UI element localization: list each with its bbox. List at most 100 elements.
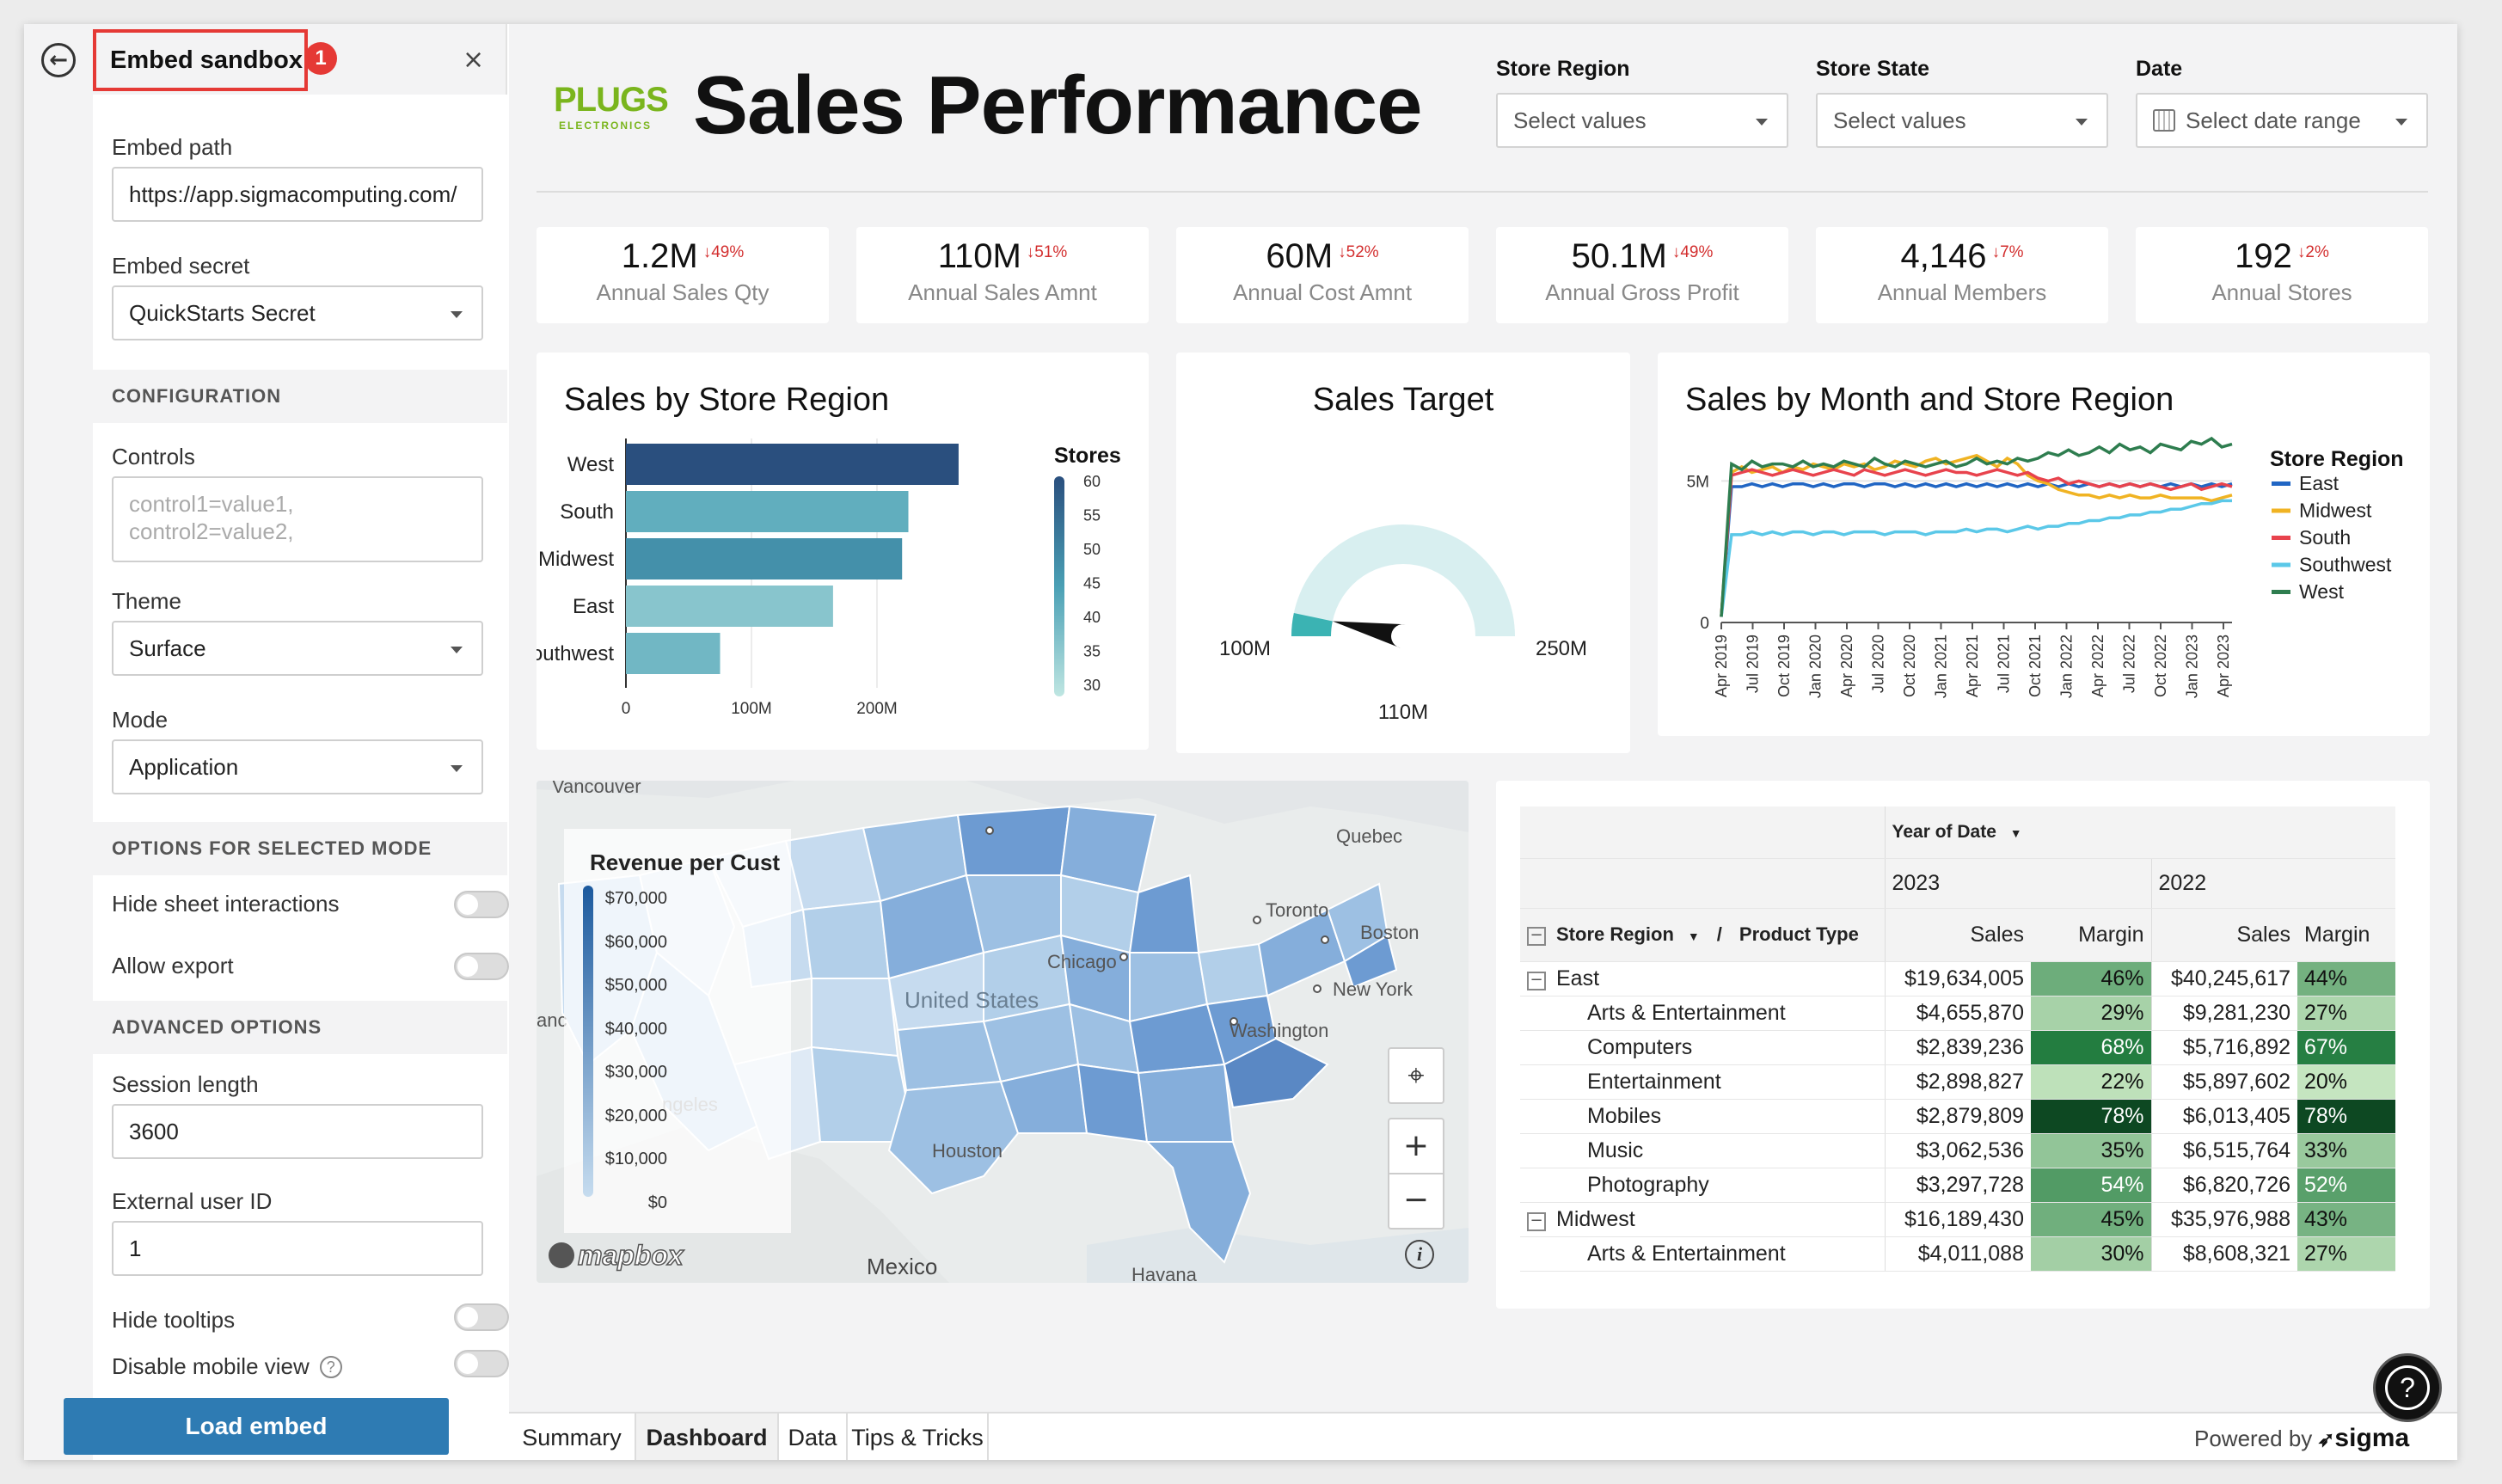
kpi-card-sales-qty[interactable]: 1.2M ↓49% Annual Sales Qty bbox=[537, 227, 829, 323]
date-range-filter[interactable]: Select date range bbox=[2136, 93, 2428, 148]
external-user-id-input[interactable]: 1 bbox=[112, 1221, 483, 1276]
pivot-row[interactable]: − Midwest $16,189,430 45% $35,976,988 43% bbox=[1520, 1202, 2395, 1237]
tab-tips-tricks[interactable]: Tips & Tricks bbox=[848, 1413, 989, 1460]
x-tick-label: Jan 2023 bbox=[2184, 635, 2201, 698]
store-region-filter-label: Store Region bbox=[1496, 57, 1630, 81]
plugs-electronics-logo: PLUGS ELECTRONICS bbox=[554, 81, 669, 132]
zoom-out-button[interactable]: − bbox=[1389, 1174, 1443, 1230]
zoom-in-button[interactable]: + bbox=[1389, 1119, 1443, 1174]
help-button[interactable]: ? bbox=[2373, 1353, 2442, 1422]
controls-textarea[interactable]: control1=value1, control2=value2, bbox=[112, 476, 483, 562]
legend-swatch bbox=[2272, 536, 2290, 540]
kpi-card-members[interactable]: 4,146 ↓7% Annual Members bbox=[1816, 227, 2108, 323]
map-info-icon[interactable]: i bbox=[1405, 1240, 1434, 1269]
pivot-row[interactable]: Arts & Entertainment $4,011,088 30% $8,608,… bbox=[1520, 1236, 2395, 1272]
pivot-row-label: Photography bbox=[1520, 1168, 1886, 1203]
margin-cell: 43% bbox=[2297, 1202, 2395, 1237]
date-filter-label: Date bbox=[2136, 57, 2183, 81]
locate-icon[interactable]: ⌖ bbox=[1388, 1047, 1444, 1104]
hide-tooltips-label: Hide tooltips bbox=[112, 1307, 236, 1333]
advanced-options-header: ADVANCED OPTIONS bbox=[93, 1001, 507, 1054]
embed-path-input[interactable]: https://app.sigmacomputing.com/ bbox=[112, 167, 483, 222]
year-2023-header: 2023 bbox=[1885, 858, 2152, 909]
embed-secret-select[interactable]: QuickStarts Secret bbox=[112, 285, 483, 340]
gauge-track bbox=[1291, 524, 1515, 636]
tab-summary[interactable]: Summary bbox=[509, 1413, 636, 1460]
series-line-east bbox=[1720, 481, 2233, 617]
pivot-row[interactable]: Photography $3,297,728 54% $6,820,726 52% bbox=[1520, 1168, 2395, 1203]
sales-cell: $8,608,321 bbox=[2151, 1236, 2297, 1272]
map-legend-tick: $40,000 bbox=[604, 1019, 667, 1039]
measure-header-sales: Sales bbox=[2151, 908, 2297, 962]
sidebar-form: Embed path https://app.sigmacomputing.co… bbox=[93, 95, 509, 1460]
theme-select[interactable]: Surface bbox=[112, 621, 483, 676]
pivot-row[interactable]: Computers $2,839,236 68% $5,716,892 67% bbox=[1520, 1030, 2395, 1065]
kpi-card-cost-amnt[interactable]: 60M ↓52% Annual Cost Amnt bbox=[1176, 227, 1469, 323]
x-tick-label: Jul 2022 bbox=[2121, 635, 2138, 693]
category-label: East bbox=[573, 595, 614, 618]
hide-tooltips-toggle[interactable] bbox=[454, 1303, 509, 1331]
legend-label: South bbox=[2299, 526, 2351, 549]
sales-by-month-card[interactable]: Sales by Month and Store Region 0 5M Apr 2… bbox=[1658, 353, 2430, 736]
help-circle-icon[interactable]: ? bbox=[319, 1356, 342, 1378]
store-region-filter[interactable]: Select values bbox=[1496, 93, 1788, 148]
allow-export-toggle[interactable] bbox=[454, 953, 509, 980]
sales-cell: $2,879,809 bbox=[1885, 1099, 2031, 1134]
revenue-map-card[interactable]: Vancouver Quebec Toronto Boston Chicago … bbox=[537, 781, 1469, 1283]
pivot-row-label: Mobiles bbox=[1520, 1099, 1886, 1134]
embed-secret-label: Embed secret bbox=[112, 253, 250, 279]
embed-sandbox-panel: ← Embed sandbox 1 × Embed path https://a… bbox=[24, 24, 509, 1460]
configuration-header: CONFIGURATION bbox=[93, 370, 507, 423]
x-tick-label: Jan 2022 bbox=[2058, 635, 2076, 698]
gauge-needle bbox=[1332, 621, 1406, 648]
pivot-row[interactable]: Arts & Entertainment $4,655,870 29% $9,281,… bbox=[1520, 996, 2395, 1031]
close-icon[interactable]: × bbox=[463, 43, 484, 77]
sales-by-region-card[interactable]: Sales by Store Region 0 100M 200M West South… bbox=[537, 353, 1149, 750]
mode-select[interactable]: Application bbox=[112, 739, 483, 794]
pivot-row[interactable]: − East $19,634,005 46% $40,245,617 44% bbox=[1520, 961, 2395, 996]
back-arrow-icon[interactable]: ← bbox=[41, 43, 76, 77]
row-header[interactable]: − Store Region ▼ / Product Type bbox=[1520, 908, 1886, 962]
bar bbox=[626, 491, 909, 532]
load-embed-button[interactable]: Load embed bbox=[64, 1398, 449, 1455]
legend-title: Store Region bbox=[2270, 447, 2404, 471]
pivot-column-header[interactable]: Year of Date ▼ bbox=[1885, 806, 2395, 859]
pivot-row-label[interactable]: − East bbox=[1520, 961, 1886, 996]
session-length-input[interactable]: 3600 bbox=[112, 1104, 483, 1159]
bar bbox=[626, 633, 721, 674]
tab-data[interactable]: Data bbox=[779, 1413, 848, 1460]
mapbox-logo: mapbox bbox=[549, 1239, 684, 1272]
x-tick-label: Oct 2020 bbox=[1901, 635, 1918, 697]
hide-sheet-interactions-toggle[interactable] bbox=[454, 891, 509, 918]
pivot-row[interactable]: Mobiles $2,879,809 78% $6,013,405 78% bbox=[1520, 1099, 2395, 1134]
margin-cell: 78% bbox=[2031, 1099, 2152, 1134]
pivot-table[interactable]: Year of Date ▼ 2023 2022 − Store Region ▼ /… bbox=[1520, 806, 2395, 1283]
state-region bbox=[1076, 1063, 1149, 1144]
sales-target-card[interactable]: Sales Target 100M 250M 110M bbox=[1176, 353, 1630, 753]
map-label-boston: Boston bbox=[1360, 922, 1420, 943]
legend-tick: 35 bbox=[1083, 643, 1101, 660]
series-line-midwest bbox=[1720, 453, 2233, 617]
legend-swatch bbox=[2272, 481, 2290, 486]
legend-tick: 55 bbox=[1083, 507, 1101, 524]
session-length-label: Session length bbox=[112, 1071, 259, 1097]
store-state-filter[interactable]: Select values bbox=[1816, 93, 2108, 148]
series-line-west bbox=[1720, 436, 2233, 617]
x-tick-label: Apr 2020 bbox=[1838, 635, 1855, 697]
x-tick-label: Jan 2020 bbox=[1807, 635, 1824, 698]
pivot-row-label[interactable]: − Midwest bbox=[1520, 1202, 1886, 1237]
tab-dashboard[interactable]: Dashboard bbox=[636, 1413, 779, 1460]
pivot-row[interactable]: Music $3,062,536 35% $6,515,764 33% bbox=[1520, 1133, 2395, 1168]
map-legend: Revenue per Cust $70,000 $60,000 $50,000 $4… bbox=[564, 829, 791, 1233]
allow-export-label: Allow export bbox=[112, 953, 234, 978]
disable-mobile-view-toggle[interactable] bbox=[454, 1350, 509, 1377]
kpi-card-stores[interactable]: 192 ↓2% Annual Stores bbox=[2136, 227, 2428, 323]
state-region bbox=[1197, 942, 1269, 1006]
header-divider bbox=[537, 191, 2428, 193]
kpi-card-gross-profit[interactable]: 50.1M ↓49% Annual Gross Profit bbox=[1496, 227, 1788, 323]
x-tick-label: Jul 2019 bbox=[1745, 635, 1762, 693]
sales-cell: $5,716,892 bbox=[2151, 1030, 2297, 1065]
pivot-row[interactable]: Entertainment $2,898,827 22% $5,897,602 20% bbox=[1520, 1064, 2395, 1100]
legend-label: West bbox=[2299, 580, 2345, 603]
kpi-card-sales-amnt[interactable]: 110M ↓51% Annual Sales Amnt bbox=[856, 227, 1149, 323]
